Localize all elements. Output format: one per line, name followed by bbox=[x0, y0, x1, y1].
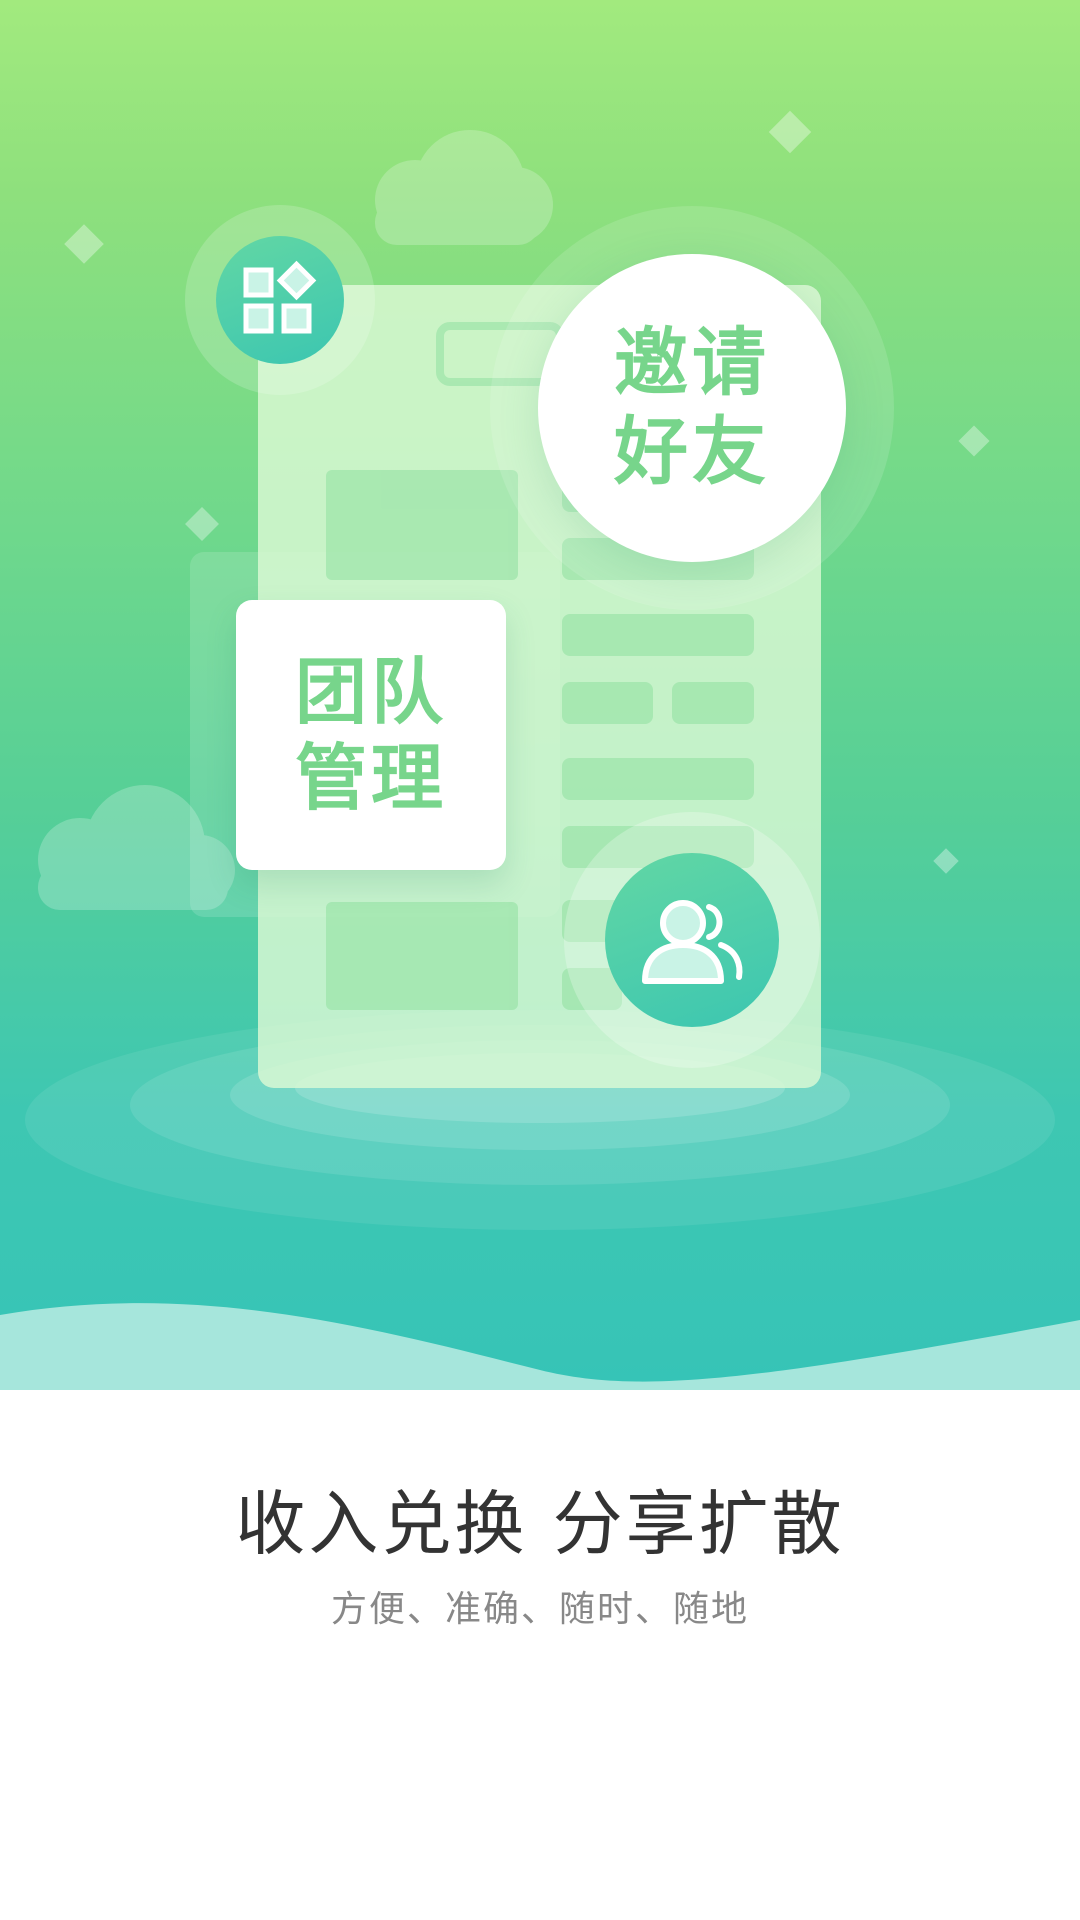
headline: 收入兑换 分享扩散 bbox=[235, 1483, 845, 1565]
cloud-top bbox=[375, 130, 553, 245]
subheadline: 方便、准确、随时、随地 bbox=[330, 1589, 749, 1630]
team-label-line1: 团队 bbox=[294, 649, 447, 734]
invite-label-line1: 邀请 bbox=[614, 320, 770, 407]
friends-button[interactable] bbox=[605, 853, 779, 1027]
hero-illustration: 邀请 好友 团队 管理 bbox=[0, 0, 1080, 1390]
users-icon bbox=[642, 900, 743, 984]
team-management-card[interactable]: 团队 管理 bbox=[236, 600, 506, 870]
invite-label-line2: 好友 bbox=[614, 409, 770, 495]
team-label-line2: 管理 bbox=[294, 736, 447, 820]
hero-background-art bbox=[0, 110, 1080, 1390]
apps-grid-icon bbox=[243, 260, 317, 334]
invite-friends-card[interactable]: 邀请 好友 bbox=[538, 254, 846, 562]
apps-button[interactable] bbox=[216, 236, 344, 364]
